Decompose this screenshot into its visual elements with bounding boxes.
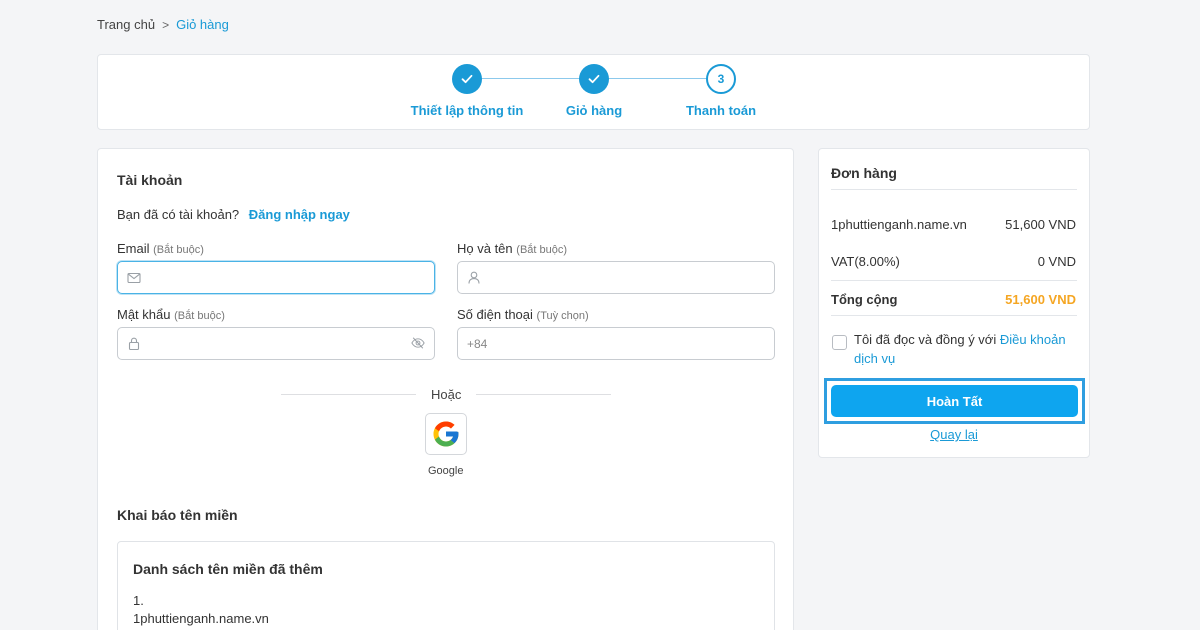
domain-list-title: Danh sách tên miền đã thêm	[133, 561, 323, 577]
google-icon	[433, 421, 459, 447]
or-text: Hoặc	[431, 387, 462, 402]
or-divider-left	[281, 394, 416, 395]
password-field[interactable]	[117, 327, 435, 360]
breadcrumb-current: Giỏ hàng	[176, 17, 229, 32]
account-title: Tài khoản	[117, 172, 183, 188]
step-2-label: Giỏ hàng	[565, 103, 623, 118]
step-connector	[481, 78, 593, 79]
login-link[interactable]: Đăng nhập ngay	[249, 207, 350, 222]
step-3-circle: 3	[706, 64, 736, 94]
order-divider	[831, 315, 1077, 316]
google-login-button[interactable]	[425, 413, 467, 455]
order-divider	[831, 189, 1077, 190]
user-icon	[467, 271, 481, 285]
breadcrumb-separator: >	[162, 17, 170, 32]
step-1-circle	[452, 64, 482, 94]
phone-field[interactable]: +84	[457, 327, 775, 360]
total-value: 51,600 VND	[1005, 292, 1076, 307]
domain-item-name: 1phuttienganh.name.vn	[133, 611, 269, 626]
vat-value: 0 VND	[1037, 254, 1076, 269]
step-3-label: Thanh toán	[685, 103, 757, 118]
phone-label: Số điện thoại (Tuỳ chọn)	[457, 307, 589, 322]
order-item-price: 51,600 VND	[1005, 217, 1076, 232]
email-field[interactable]	[117, 261, 435, 294]
domain-list-box: Danh sách tên miền đã thêm 1. 1phuttieng…	[117, 541, 775, 630]
terms-prefix: Tôi đã đọc và đồng ý với	[854, 332, 1000, 347]
complete-button[interactable]: Hoàn Tất	[831, 385, 1078, 417]
order-item-name: 1phuttienganh.name.vn	[831, 217, 967, 232]
check-icon	[461, 74, 473, 84]
checkout-stepper: 3 Thiết lập thông tin Giỏ hàng Thanh toá…	[97, 54, 1090, 130]
order-divider	[831, 280, 1077, 281]
phone-placeholder: +84	[467, 336, 488, 351]
submit-highlight: Hoàn Tất	[824, 378, 1085, 424]
have-account-question: Bạn đã có tài khoản?	[117, 207, 240, 222]
step-2-circle	[579, 64, 609, 94]
step-1-label: Thiết lập thông tin	[410, 103, 524, 118]
mail-icon	[127, 271, 141, 285]
fullname-field[interactable]	[457, 261, 775, 294]
total-label: Tổng cộng	[831, 292, 898, 307]
have-account-text: Bạn đã có tài khoản? Đăng nhập ngay	[117, 207, 350, 222]
fullname-label: Họ và tên (Bắt buộc)	[457, 241, 568, 256]
or-divider-right	[476, 394, 611, 395]
eye-off-icon[interactable]	[411, 336, 425, 350]
email-label: Email (Bắt buộc)	[117, 241, 204, 256]
domains-title: Khai báo tên miền	[117, 507, 238, 523]
domain-item-index: 1.	[133, 593, 144, 608]
breadcrumb-home[interactable]: Trang chủ	[97, 17, 155, 32]
terms-text: Tôi đã đọc và đồng ý với Điều khoản dịch…	[854, 330, 1074, 368]
check-icon	[588, 74, 600, 84]
order-card: Đơn hàng 1phuttienganh.name.vn 51,600 VN…	[818, 148, 1090, 458]
terms-checkbox[interactable]	[832, 335, 847, 350]
google-label: Google	[428, 465, 464, 477]
back-link[interactable]: Quay lại	[819, 427, 1089, 442]
password-label: Mật khẩu (Bắt buộc)	[117, 307, 225, 322]
order-title: Đơn hàng	[831, 165, 897, 181]
vat-label: VAT(8.00%)	[831, 254, 900, 269]
account-card: Tài khoản Bạn đã có tài khoản? Đăng nhập…	[97, 148, 794, 630]
lock-icon	[127, 337, 141, 351]
breadcrumb: Trang chủ > Giỏ hàng	[97, 17, 229, 32]
step-connector	[608, 78, 720, 79]
